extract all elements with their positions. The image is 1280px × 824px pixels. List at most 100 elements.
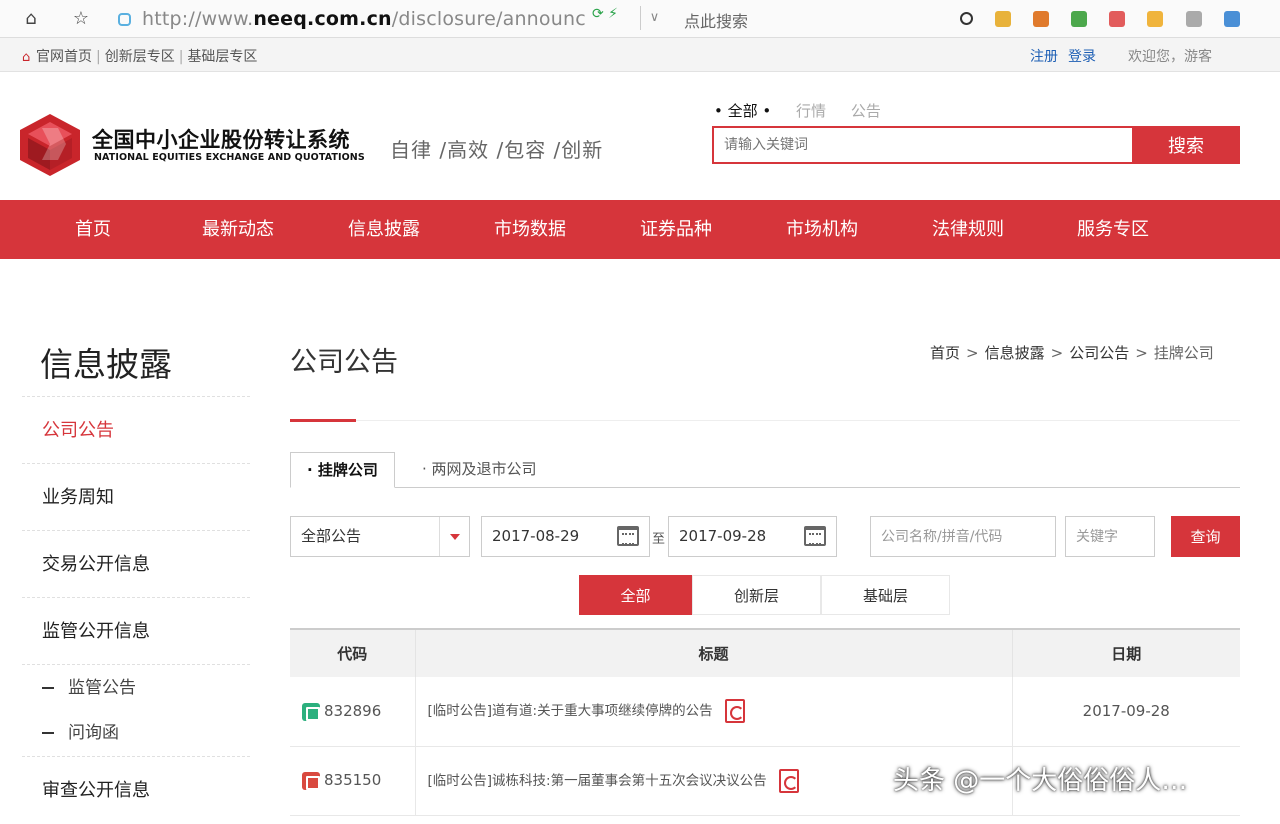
sidebar: 公司公告 业务周知 交易公开信息 监管公开信息 监管公告 问询函 审查公开信息 xyxy=(22,396,250,801)
extension-icon[interactable] xyxy=(1109,10,1126,27)
dash-icon xyxy=(42,687,54,689)
code-cell: 835150 xyxy=(290,746,416,816)
register-link[interactable]: 注册 xyxy=(1030,49,1058,65)
date-to-input[interactable]: 2017-09-28 xyxy=(668,516,837,557)
sidebar-item-business-notices[interactable]: 业务周知 xyxy=(22,463,250,530)
stock-code[interactable]: 835150 xyxy=(324,771,381,789)
topbar-links: ⌂ 官网首页 | 创新层专区 | 基础层专区 xyxy=(22,49,258,65)
nav-rules[interactable]: 法律规则 xyxy=(932,200,1004,259)
segment-basic[interactable]: 基础层 xyxy=(821,575,950,615)
site-topbar: ⌂ 官网首页 | 创新层专区 | 基础层专区 注册 登录 欢迎您，游客 xyxy=(0,38,1280,72)
company-type-tabs: · 挂牌公司 · 两网及退市公司 xyxy=(290,452,1240,488)
site-search-button[interactable]: 搜索 xyxy=(1132,126,1240,164)
dash-icon xyxy=(42,732,54,734)
announcement-title-link[interactable]: [临时公告]诚栋科技:第一届董事会第十五次会议决议公告 xyxy=(428,773,767,789)
breadcrumb-announcements[interactable]: 公司公告 xyxy=(1069,344,1129,362)
nav-market-data[interactable]: 市场数据 xyxy=(494,200,566,259)
company-search-input[interactable]: 公司名称/拼音/代码 xyxy=(870,516,1056,557)
chevron-down-icon[interactable]: ∨ xyxy=(640,6,668,30)
house-icon: ⌂ xyxy=(22,50,31,65)
logo-title: 全国中小企业股份转让系统 xyxy=(92,128,350,152)
sidebar-item-review-info[interactable]: 审查公开信息 xyxy=(22,756,250,801)
keyword-input[interactable]: 关键字 xyxy=(1065,516,1155,557)
breadcrumb: 首页 > 信息披露 > 公司公告 > 挂牌公司 xyxy=(930,344,1214,362)
topbar-link-innovation[interactable]: 创新层专区 xyxy=(105,49,175,65)
neeq-logo-icon[interactable] xyxy=(20,114,80,176)
nav-services[interactable]: 服务专区 xyxy=(1077,200,1149,259)
welcome-text: 欢迎您，游客 xyxy=(1128,49,1212,65)
column-header-title: 标题 xyxy=(415,628,1013,677)
extension-icon[interactable] xyxy=(995,10,1012,27)
nav-home[interactable]: 首页 xyxy=(75,200,111,259)
sidebar-item-regulatory-info[interactable]: 监管公开信息 xyxy=(22,597,250,664)
dropdown-arrow-icon xyxy=(439,517,469,556)
column-header-date: 日期 xyxy=(1012,628,1240,677)
sidebar-subitem-inquiry-letters[interactable]: 问询函 xyxy=(22,710,250,756)
address-bar[interactable]: http://www.neeq.com.cn/disclosure/announ… xyxy=(110,4,670,34)
extension-icon[interactable] xyxy=(1185,10,1202,27)
calendar-icon[interactable] xyxy=(617,526,639,546)
query-button[interactable]: 查询 xyxy=(1171,516,1240,557)
browser-search-label[interactable]: 点此搜索 xyxy=(684,8,748,32)
search-scope-tabs: • 全部 • 行情 公告 xyxy=(714,100,901,121)
title-divider xyxy=(290,420,1240,421)
home-icon[interactable]: ⌂ xyxy=(20,8,42,30)
extension-icon[interactable] xyxy=(1147,10,1164,27)
browser-toolbar: ⌂ ☆ http://www.neeq.com.cn/disclosure/an… xyxy=(0,0,1280,38)
url-text: http://www.neeq.com.cn/disclosure/announ… xyxy=(142,8,586,30)
column-header-code: 代码 xyxy=(290,628,416,677)
search-icon[interactable] xyxy=(960,12,973,25)
segment-innovation[interactable]: 创新层 xyxy=(692,575,821,615)
logo-subtitle: NATIONAL EQUITIES EXCHANGE AND QUOTATION… xyxy=(94,152,365,163)
extension-icon[interactable] xyxy=(1033,10,1050,27)
table-row: 832896 [临时公告]道有道:关于重大事项继续停牌的公告 2017-09-2… xyxy=(290,677,1240,747)
extension-icon[interactable] xyxy=(1223,10,1240,27)
breadcrumb-current: 挂牌公司 xyxy=(1153,344,1214,362)
nav-institutions[interactable]: 市场机构 xyxy=(786,200,858,259)
sidebar-subitem-regulatory-announcements[interactable]: 监管公告 xyxy=(22,664,250,710)
topbar-link-home[interactable]: 官网首页 xyxy=(36,49,92,65)
nav-disclosure[interactable]: 信息披露 xyxy=(348,200,420,259)
stock-code[interactable]: 832896 xyxy=(324,702,381,720)
search-tab-all[interactable]: • 全部 • xyxy=(714,102,771,120)
pdf-icon[interactable] xyxy=(724,699,745,724)
star-icon[interactable]: ☆ xyxy=(70,8,92,30)
basic-tier-icon xyxy=(302,771,320,790)
login-link[interactable]: 登录 xyxy=(1068,49,1096,65)
nav-securities[interactable]: 证券品种 xyxy=(640,200,712,259)
watermark-text: 头条 @一个大俗俗俗人… xyxy=(893,766,1188,796)
site-search-input[interactable] xyxy=(712,126,1134,164)
date-from-input[interactable]: 2017-08-29 xyxy=(481,516,650,557)
page-icon xyxy=(118,13,131,26)
announcement-type-select[interactable]: 全部公告 xyxy=(290,516,470,557)
calendar-icon[interactable] xyxy=(804,526,826,546)
extension-icons xyxy=(960,8,1270,30)
search-tab-quotes[interactable]: 行情 xyxy=(796,102,826,120)
breadcrumb-disclosure[interactable]: 信息披露 xyxy=(985,344,1045,362)
title-accent xyxy=(290,419,356,422)
main-nav: 首页 最新动态 信息披露 市场数据 证券品种 市场机构 法律规则 服务专区 xyxy=(0,200,1280,259)
tab-delisted-companies[interactable]: · 两网及退市公司 xyxy=(406,452,553,488)
nav-news[interactable]: 最新动态 xyxy=(202,200,274,259)
date-cell: 2017-09-28 xyxy=(1012,677,1240,747)
code-cell: 832896 xyxy=(290,677,416,747)
search-tab-announcements[interactable]: 公告 xyxy=(851,102,881,120)
pdf-icon[interactable] xyxy=(778,768,799,793)
date-range-separator: 至 xyxy=(652,532,666,547)
refresh-icon[interactable]: ⟳ ⚡ xyxy=(592,6,618,22)
title-cell: [临时公告]道有道:关于重大事项继续停牌的公告 xyxy=(415,677,1013,747)
tab-listed-companies[interactable]: · 挂牌公司 xyxy=(290,452,395,488)
innovation-tier-icon xyxy=(302,702,320,721)
sidebar-title: 信息披露 xyxy=(40,345,172,384)
sidebar-item-company-announcements[interactable]: 公司公告 xyxy=(22,396,250,463)
announcement-title-link[interactable]: [临时公告]道有道:关于重大事项继续停牌的公告 xyxy=(428,703,713,719)
slogan: 自律 /高效 /包容 /创新 xyxy=(390,138,604,162)
topbar-account: 注册 登录 欢迎您，游客 xyxy=(1030,46,1212,66)
page-title: 公司公告 xyxy=(290,347,398,378)
sidebar-item-trading-info[interactable]: 交易公开信息 xyxy=(22,530,250,597)
segment-all[interactable]: 全部 xyxy=(579,575,692,615)
site-header: 全国中小企业股份转让系统 NATIONAL EQUITIES EXCHANGE … xyxy=(0,72,1280,200)
topbar-link-basic[interactable]: 基础层专区 xyxy=(187,49,257,65)
extension-icon[interactable] xyxy=(1071,10,1088,27)
breadcrumb-home[interactable]: 首页 xyxy=(930,344,960,362)
